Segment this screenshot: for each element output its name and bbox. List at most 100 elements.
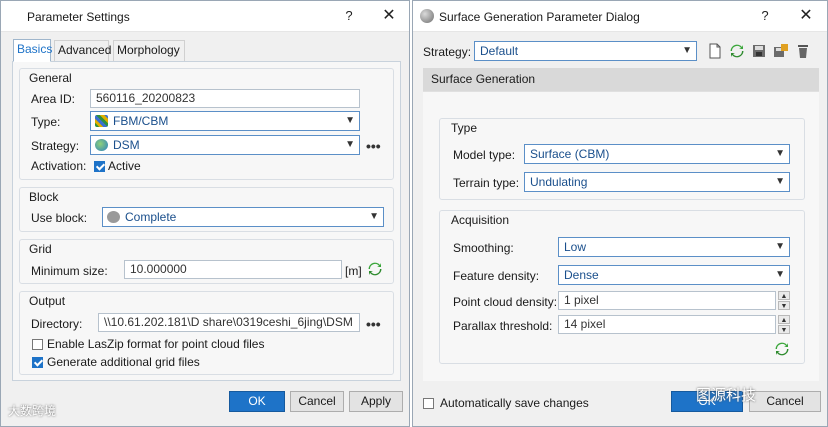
tab-advanced[interactable]: Advanced	[54, 40, 111, 61]
parallax-spinner[interactable]: ▲ ▼	[778, 315, 790, 334]
chevron-down-icon: ▼	[775, 176, 785, 187]
dialog-title: Parameter Settings	[27, 10, 130, 24]
directory-browse-button[interactable]: •••	[366, 316, 381, 332]
activation-label: Activation:	[31, 159, 87, 173]
block-group: Block Use block: Complete ▼	[19, 187, 394, 232]
type-group: Type Model type: Surface (CBM) ▼ Terrain…	[439, 118, 805, 200]
delete-icon[interactable]	[795, 43, 811, 59]
point-cloud-density-label: Point cloud density:	[453, 295, 558, 309]
type-value: FBM/CBM	[113, 114, 169, 128]
tab-morphology[interactable]: Morphology	[113, 40, 185, 61]
general-title: General	[29, 71, 72, 85]
grid-files-label: Generate additional grid files	[47, 355, 200, 369]
parameter-settings-dialog: Parameter Settings ? ✕ Basics Advanced M…	[0, 0, 410, 427]
strategy-label: Strategy:	[31, 139, 80, 153]
model-type-select[interactable]: Surface (CBM) ▼	[524, 144, 790, 164]
help-button[interactable]: ?	[751, 5, 779, 27]
cancel-button[interactable]: Cancel	[749, 391, 821, 412]
min-size-input[interactable]: 10.000000	[124, 260, 342, 279]
type-title: Type	[451, 121, 478, 135]
title-bar: Surface Generation Parameter Dialog ? ✕	[413, 1, 827, 32]
chevron-down-icon: ▼	[345, 115, 355, 126]
model-type-label: Model type:	[453, 148, 516, 162]
grid-title: Grid	[29, 242, 52, 256]
spin-up-icon[interactable]: ▲	[778, 291, 790, 300]
strategy-value: DSM	[113, 138, 140, 152]
point-cloud-density-input[interactable]: 1 pixel	[558, 291, 776, 310]
directory-label: Directory:	[31, 317, 83, 331]
smoothing-value: Low	[564, 240, 587, 254]
min-size-label: Minimum size:	[31, 264, 108, 278]
ok-button[interactable]: OK	[229, 391, 285, 412]
terrain-type-label: Terrain type:	[453, 176, 520, 190]
spin-down-icon[interactable]: ▼	[778, 301, 790, 310]
parallax-threshold-label: Parallax threshold:	[453, 319, 553, 333]
fbm-cbm-icon	[95, 115, 108, 127]
chevron-down-icon: ▼	[369, 211, 379, 222]
smoothing-select[interactable]: Low ▼	[558, 237, 790, 257]
feature-density-label: Feature density:	[453, 269, 540, 283]
output-group: Output Directory: \\10.61.202.181\D shar…	[19, 291, 394, 375]
general-group: General Area ID: 560116_20200823 Type: F…	[19, 68, 394, 180]
close-button[interactable]: ✕	[375, 5, 403, 27]
strategy-value: Default	[480, 44, 519, 58]
terrain-type-value: Undulating	[530, 175, 588, 189]
type-select[interactable]: FBM/CBM ▼	[90, 111, 360, 131]
spin-up-icon[interactable]: ▲	[778, 315, 790, 324]
refresh-icon[interactable]	[774, 341, 790, 357]
terrain-type-select[interactable]: Undulating ▼	[524, 172, 790, 192]
smoothing-label: Smoothing:	[453, 241, 514, 255]
output-title: Output	[29, 294, 66, 308]
dialog-title: Surface Generation Parameter Dialog	[439, 10, 640, 24]
active-label: Active	[108, 159, 141, 173]
strategy-select[interactable]: DSM ▼	[90, 135, 360, 155]
block-icon	[107, 211, 120, 223]
surface-generation-dialog: Surface Generation Parameter Dialog ? ✕ …	[412, 0, 828, 427]
auto-save-label: Automatically save changes	[440, 396, 589, 410]
auto-save-checkbox[interactable]	[423, 398, 434, 409]
watermark-right: 图源科技	[696, 387, 757, 404]
area-id-input[interactable]: 560116_20200823	[90, 89, 360, 108]
surface-panel: Type Model type: Surface (CBM) ▼ Terrain…	[423, 91, 819, 381]
active-checkbox[interactable]	[94, 161, 105, 172]
apply-button[interactable]: Apply	[349, 391, 403, 412]
strategy-select[interactable]: Default ▼	[474, 41, 697, 61]
point-cloud-spinner[interactable]: ▲ ▼	[778, 291, 790, 310]
globe-icon	[95, 139, 108, 151]
refresh-icon[interactable]	[729, 43, 745, 59]
feature-density-value: Dense	[564, 268, 599, 282]
grid-group: Grid Minimum size: 10.000000 [m]	[19, 239, 394, 284]
strategy-more-button[interactable]: •••	[366, 138, 381, 154]
acquisition-group: Acquisition Smoothing: Low ▼ Feature den…	[439, 210, 805, 364]
new-file-icon[interactable]	[707, 43, 723, 59]
type-label: Type:	[31, 115, 61, 129]
laszip-checkbox[interactable]	[32, 339, 43, 350]
title-bar: Parameter Settings ? ✕	[1, 1, 409, 32]
grid-files-checkbox[interactable]	[32, 357, 43, 368]
spin-down-icon[interactable]: ▼	[778, 325, 790, 334]
chevron-down-icon: ▼	[775, 241, 785, 252]
save-as-icon[interactable]	[773, 43, 789, 59]
chevron-down-icon: ▼	[345, 139, 355, 150]
block-title: Block	[29, 190, 59, 204]
strategy-label: Strategy:	[423, 45, 472, 59]
chevron-down-icon: ▼	[775, 269, 785, 280]
use-block-value: Complete	[125, 210, 177, 224]
close-button[interactable]: ✕	[792, 5, 820, 27]
use-block-select[interactable]: Complete ▼	[102, 207, 384, 227]
basics-panel: General Area ID: 560116_20200823 Type: F…	[12, 61, 401, 381]
cancel-button[interactable]: Cancel	[290, 391, 344, 412]
help-button[interactable]: ?	[335, 5, 363, 27]
use-block-label: Use block:	[31, 211, 88, 225]
directory-input[interactable]: \\10.61.202.181\D share\0319ceshi_6jing\…	[98, 313, 360, 332]
parallax-threshold-input[interactable]: 14 pixel	[558, 315, 776, 334]
save-icon[interactable]	[751, 43, 767, 59]
model-type-value: Surface (CBM)	[530, 147, 610, 161]
refresh-icon[interactable]	[367, 261, 383, 277]
chevron-down-icon: ▼	[682, 45, 692, 56]
laszip-label: Enable LasZip format for point cloud fil…	[47, 337, 265, 351]
unit-label: [m]	[345, 264, 362, 278]
feature-density-select[interactable]: Dense ▼	[558, 265, 790, 285]
area-id-label: Area ID:	[31, 92, 76, 106]
tab-basics[interactable]: Basics	[13, 39, 52, 62]
